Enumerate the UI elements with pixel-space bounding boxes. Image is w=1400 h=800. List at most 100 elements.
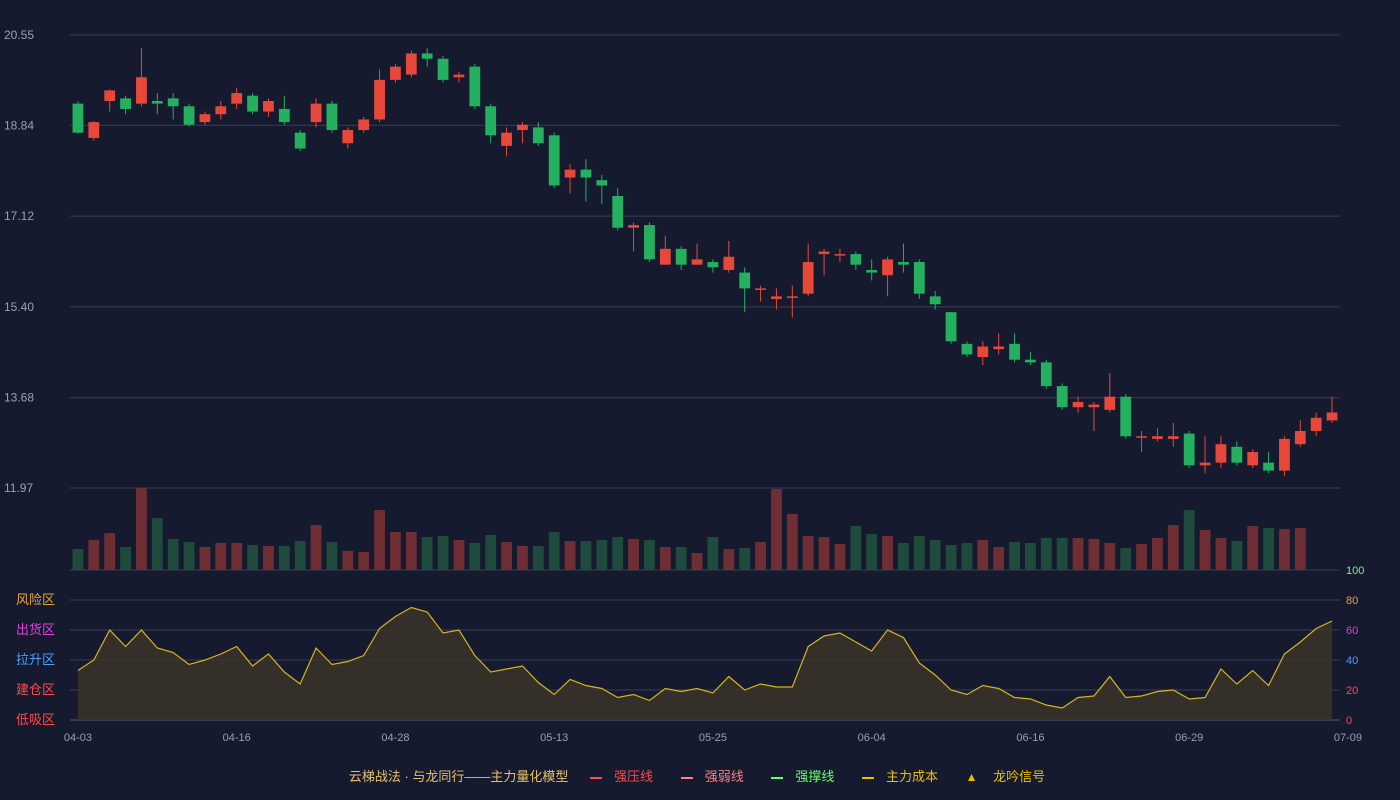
- candle-body: [628, 225, 639, 228]
- volume-bar: [1231, 541, 1243, 570]
- volume-bar: [1136, 544, 1147, 570]
- volume-bar: [72, 549, 84, 570]
- volume-bar: [88, 540, 100, 570]
- volume-bar: [1072, 538, 1084, 570]
- volume-bar: [1120, 548, 1132, 570]
- candle-body: [405, 53, 417, 75]
- volume-bar: [834, 544, 846, 570]
- candle-body: [183, 106, 195, 125]
- candle-body: [771, 296, 782, 299]
- volume-bar: [421, 537, 433, 570]
- candle-body: [1152, 436, 1163, 439]
- candle-body: [88, 122, 100, 138]
- candle-body: [167, 98, 179, 107]
- candle-body: [215, 106, 227, 115]
- volume-bar: [675, 547, 687, 570]
- candle-body: [247, 95, 258, 112]
- indicator-tick-label: 40: [1346, 655, 1358, 667]
- candle-body: [294, 132, 306, 149]
- volume-bar: [1025, 543, 1036, 570]
- date-tick-label: 05-25: [699, 732, 727, 744]
- candle-body: [945, 312, 957, 342]
- volume-bar: [1167, 525, 1179, 570]
- indicator-tick-label: 60: [1346, 625, 1358, 637]
- legend-label: 龙吟信号: [993, 769, 1046, 784]
- legend-item-pressure[interactable]: 强压线: [584, 766, 659, 785]
- volume-bar: [961, 543, 973, 570]
- legend-item-cost[interactable]: 主力成本: [856, 766, 944, 785]
- indicator-tick-label: 100: [1346, 565, 1364, 577]
- volume-bar: [659, 547, 671, 570]
- candle-body: [882, 259, 893, 276]
- volume-bar: [390, 532, 401, 570]
- volume-bar: [183, 542, 195, 570]
- candle-body: [1247, 452, 1259, 466]
- volume-bar: [405, 532, 417, 570]
- candle-body: [1104, 396, 1116, 410]
- legend: 云梯战法 · 与龙同行——主力量化模型 强压线 强弱线 强撑线 主力成本 ▲ 龙…: [0, 766, 1400, 785]
- volume-bar: [612, 537, 624, 570]
- candle-body: [1072, 401, 1084, 408]
- candle-body: [913, 262, 925, 294]
- candle-body: [834, 254, 846, 256]
- candle-body: [437, 58, 449, 80]
- candle-body: [517, 124, 528, 131]
- volume-bar: [596, 540, 608, 570]
- volume-bar: [278, 546, 290, 570]
- volume-bar: [644, 540, 655, 570]
- candle-body: [929, 296, 941, 305]
- volume-bar: [485, 535, 497, 570]
- candle-body: [326, 103, 338, 131]
- volume-bar: [723, 549, 735, 570]
- volume-bar: [1247, 526, 1259, 570]
- candle-body: [659, 248, 671, 265]
- candle-body: [1231, 446, 1243, 463]
- legend-item-strength[interactable]: 强弱线: [675, 766, 750, 785]
- candle-body: [120, 98, 131, 109]
- volume-bar: [263, 546, 274, 570]
- legend-swatch-support: [771, 776, 784, 779]
- candle-body: [358, 119, 370, 131]
- volume-bar: [517, 546, 528, 570]
- candle-body: [866, 269, 878, 273]
- candle-body: [374, 79, 385, 120]
- volume-bar: [882, 536, 893, 570]
- volume-bar: [342, 551, 354, 570]
- volume-bar: [437, 536, 449, 570]
- candle-body: [596, 180, 608, 186]
- legend-item-signal[interactable]: ▲ 龙吟信号: [960, 766, 1052, 785]
- volume-bar: [802, 536, 814, 570]
- volume-bar: [739, 548, 751, 570]
- candle-body: [199, 114, 211, 123]
- volume-bar: [453, 540, 465, 570]
- volume-bar: [1040, 538, 1052, 570]
- volume-bar: [786, 514, 798, 570]
- volume-bar: [898, 543, 909, 570]
- date-tick-label: 04-16: [223, 732, 251, 744]
- candle-body: [1326, 412, 1338, 421]
- candle-body: [104, 90, 116, 101]
- candle-body: [644, 225, 655, 260]
- candle-body: [1025, 359, 1036, 363]
- indicator-area: [77, 607, 1333, 720]
- volume-bar: [1215, 538, 1227, 570]
- candle-body: [691, 259, 703, 265]
- volume-bar: [1152, 538, 1163, 570]
- candle-body: [485, 106, 497, 136]
- candle-body: [390, 66, 401, 80]
- volume-bar: [1199, 530, 1211, 570]
- candle-body: [469, 66, 481, 107]
- legend-label: 强撑线: [795, 769, 835, 784]
- candle-body: [1136, 436, 1147, 438]
- volume-bar: [1183, 510, 1195, 570]
- legend-swatch-strength: [680, 776, 693, 779]
- volume-bar: [866, 534, 878, 570]
- legend-item-support[interactable]: 强撑线: [765, 766, 840, 785]
- volume-bar: [771, 489, 782, 570]
- volume-bar: [167, 539, 179, 570]
- candle-body: [1279, 438, 1290, 471]
- candle-body: [1294, 430, 1306, 445]
- price-tick-label: 15.40: [4, 300, 34, 314]
- indicator-tick-label: 20: [1346, 685, 1358, 697]
- candle-body: [802, 262, 814, 294]
